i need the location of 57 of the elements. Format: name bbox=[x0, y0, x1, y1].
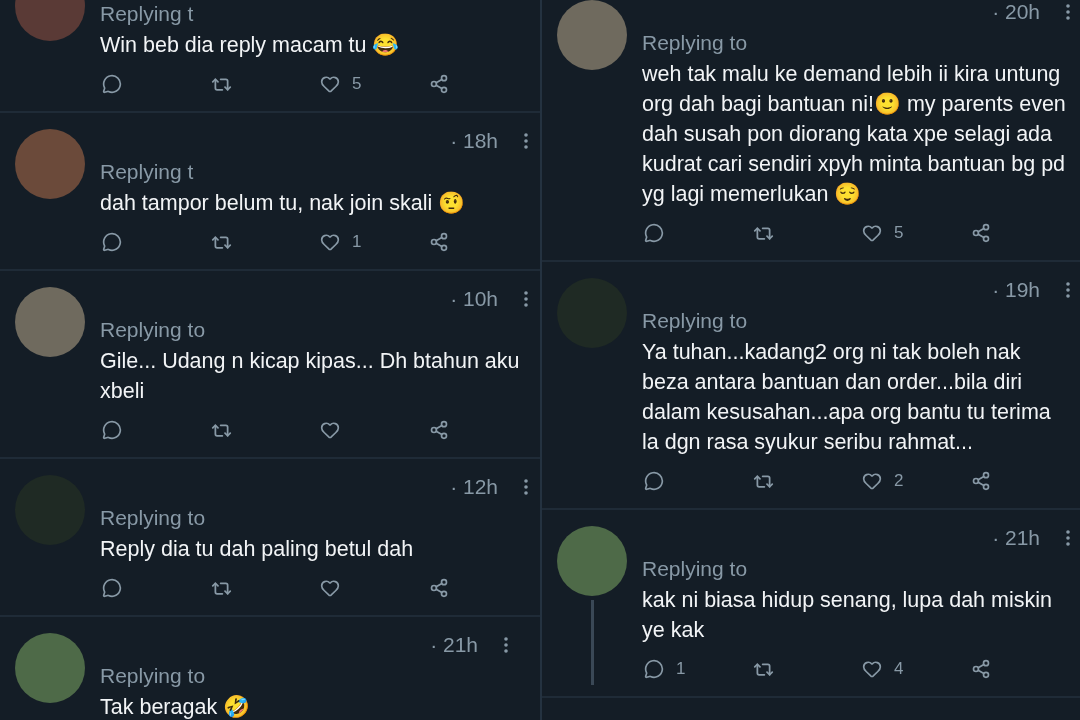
heart-icon bbox=[862, 471, 882, 491]
replying-to-label: Replying to bbox=[642, 308, 749, 334]
like-button[interactable]: 2 bbox=[860, 465, 969, 497]
timestamp: · 12h bbox=[450, 475, 498, 499]
reply-button[interactable]: 1 bbox=[642, 653, 751, 685]
heart-icon bbox=[320, 74, 340, 94]
speech-bubble-icon bbox=[102, 578, 122, 598]
heart-icon bbox=[862, 223, 882, 243]
more-icon bbox=[504, 637, 508, 653]
share-icon bbox=[971, 223, 991, 243]
tweet-text: weh tak malu ke demand lebih ii kira untung org dah bagi bantuan ni!🙂 my parents even dah susah pon diorang kata xpe selagi ada kudrat cari sendiri xpyh minta bantuan bg pd yg lagi memerlukan 😌 bbox=[642, 61, 1067, 208]
tweet-text: Reply dia tu dah paling betul dah bbox=[100, 536, 415, 563]
timestamp: · 21h bbox=[992, 526, 1040, 550]
tweet-text: Gile... Udang n kicap kipas... Dh btahun aku xbeli bbox=[100, 348, 521, 405]
share-icon bbox=[429, 232, 449, 252]
share-icon bbox=[971, 659, 991, 679]
timestamp: · 20h bbox=[992, 0, 1040, 24]
more-icon bbox=[1066, 530, 1070, 546]
speech-bubble-icon bbox=[102, 420, 122, 440]
like-button[interactable]: 1 bbox=[318, 226, 427, 258]
timestamp: · 19h bbox=[992, 278, 1040, 302]
share-icon bbox=[971, 471, 991, 491]
share-icon bbox=[429, 578, 449, 598]
replying-to-label: Replying t bbox=[100, 1, 195, 27]
more-icon bbox=[524, 291, 528, 307]
heart-icon bbox=[320, 578, 340, 598]
timestamp: · 18h bbox=[450, 129, 498, 153]
tweet-text: dah tampor belum tu, nak join skali 🤨 bbox=[100, 190, 467, 217]
share-icon bbox=[429, 420, 449, 440]
more-icon bbox=[524, 133, 528, 149]
heart-icon bbox=[320, 420, 340, 440]
tweet-text: Ya tuhan...kadang2 org ni tak boleh nak beza antara bantuan dan order...bila diri dalam kesusahan...apa org bantu tu terima la dgn rasa syukur seribu rahmat... bbox=[642, 339, 1052, 456]
speech-bubble-icon bbox=[644, 659, 664, 679]
replying-to-label: Replying to bbox=[100, 505, 207, 531]
tweet-text: kak ni biasa hidup senang, lupa dah miskin ye kak bbox=[642, 587, 1053, 644]
speech-bubble-icon bbox=[644, 223, 664, 243]
replying-to-label: Replying to bbox=[642, 30, 749, 56]
timestamp: · 10h bbox=[450, 287, 498, 311]
tweet-text: Win beb dia reply macam tu 😂 bbox=[100, 32, 401, 59]
tweet-text: Tak beragak 🤣 bbox=[100, 694, 252, 720]
replying-to-label: Replying to bbox=[642, 556, 749, 582]
more-icon bbox=[1066, 282, 1070, 298]
speech-bubble-icon bbox=[102, 232, 122, 252]
like-button[interactable]: 5 bbox=[860, 217, 969, 249]
more-icon bbox=[524, 479, 528, 495]
share-icon bbox=[429, 74, 449, 94]
speech-bubble-icon bbox=[644, 471, 664, 491]
replying-to-label: Replying t bbox=[100, 159, 195, 185]
heart-icon bbox=[862, 659, 882, 679]
replying-to-label: Replying to bbox=[100, 663, 207, 689]
like-button[interactable]: 4 bbox=[860, 653, 969, 685]
replying-to-label: Replying to bbox=[100, 317, 207, 343]
more-icon bbox=[1066, 4, 1070, 20]
speech-bubble-icon bbox=[102, 74, 122, 94]
timestamp: · 21h bbox=[430, 633, 478, 657]
like-button[interactable]: 5 bbox=[318, 68, 427, 100]
heart-icon bbox=[320, 232, 340, 252]
